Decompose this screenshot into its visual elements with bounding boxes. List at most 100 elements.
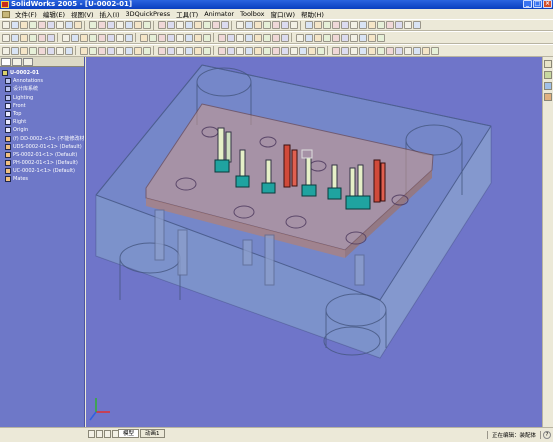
menu-file[interactable]: 文件(F) bbox=[12, 9, 40, 19]
toolbar-button-icon[interactable] bbox=[167, 21, 175, 29]
close-button[interactable]: × bbox=[543, 0, 552, 8]
toolbar-button-icon[interactable] bbox=[158, 46, 166, 55]
toolbar-button-icon[interactable] bbox=[125, 46, 133, 55]
toolbar-button-icon[interactable] bbox=[245, 33, 253, 42]
minimize-button[interactable]: _ bbox=[523, 0, 532, 8]
toolbar-button-icon[interactable] bbox=[203, 33, 211, 42]
toolbar-button-icon[interactable] bbox=[11, 21, 19, 29]
graphics-area[interactable] bbox=[86, 57, 542, 427]
tree-item[interactable]: Right bbox=[0, 118, 84, 126]
toolbar-button-icon[interactable] bbox=[245, 46, 253, 55]
design-library-icon[interactable] bbox=[544, 71, 552, 79]
toolbar-button-icon[interactable] bbox=[272, 33, 280, 42]
toolbar-button-icon[interactable] bbox=[227, 46, 235, 55]
tree-item[interactable]: UC-0002-1<1> (Default) bbox=[0, 167, 84, 175]
toolbar-button-icon[interactable] bbox=[89, 46, 97, 55]
toolbar-button-icon[interactable] bbox=[368, 33, 376, 42]
toolbar-button-icon[interactable] bbox=[98, 46, 106, 55]
toolbar-button-icon[interactable] bbox=[395, 21, 403, 29]
tab-model[interactable]: 模型 bbox=[118, 429, 140, 438]
toolbar-button-icon[interactable] bbox=[2, 46, 10, 55]
toolbar-button-icon[interactable] bbox=[65, 21, 73, 29]
toolbar-button-icon[interactable] bbox=[56, 21, 64, 29]
toolbar-button-icon[interactable] bbox=[11, 33, 19, 42]
toolbar-button-icon[interactable] bbox=[20, 21, 28, 29]
toolbar-button-icon[interactable] bbox=[281, 21, 289, 29]
toolbar-button-icon[interactable] bbox=[305, 33, 313, 42]
menu-view[interactable]: 视图(V) bbox=[68, 9, 97, 19]
toolbar-button-icon[interactable] bbox=[290, 46, 298, 55]
toolbar-button-icon[interactable] bbox=[431, 46, 439, 55]
toolbar-button-icon[interactable] bbox=[89, 21, 97, 29]
toolbar-button-icon[interactable] bbox=[377, 46, 385, 55]
toolbar-button-icon[interactable] bbox=[404, 46, 412, 55]
toolbar-button-icon[interactable] bbox=[359, 21, 367, 29]
toolbar-button-icon[interactable] bbox=[272, 21, 280, 29]
help-icon[interactable]: ? bbox=[543, 431, 551, 439]
menu-animator[interactable]: Animator bbox=[201, 10, 237, 18]
toolbar-button-icon[interactable] bbox=[2, 33, 10, 42]
toolbar-button-icon[interactable] bbox=[143, 46, 151, 55]
toolbar-button-icon[interactable] bbox=[89, 33, 97, 42]
tree-item[interactable]: 设计库系统 bbox=[0, 85, 84, 93]
toolbar-button-icon[interactable] bbox=[332, 33, 340, 42]
toolbar-button-icon[interactable] bbox=[281, 46, 289, 55]
configuration-tab[interactable] bbox=[23, 58, 33, 66]
toolbar-button-icon[interactable] bbox=[218, 46, 226, 55]
toolbar-button-icon[interactable] bbox=[203, 46, 211, 55]
toolbar-button-icon[interactable] bbox=[140, 33, 148, 42]
next-tab-button[interactable] bbox=[104, 430, 111, 438]
toolbar-button-icon[interactable] bbox=[125, 33, 133, 42]
toolbar-button-icon[interactable] bbox=[167, 46, 175, 55]
toolbar-button-icon[interactable] bbox=[11, 46, 19, 55]
toolbar-button-icon[interactable] bbox=[308, 46, 316, 55]
toolbar-button-icon[interactable] bbox=[350, 21, 358, 29]
menu-3dquickpress[interactable]: 3DQuickPress bbox=[123, 10, 174, 18]
toolbar-button-icon[interactable] bbox=[20, 33, 28, 42]
document-icon[interactable] bbox=[2, 10, 10, 18]
toolbar-button-icon[interactable] bbox=[38, 21, 46, 29]
menu-tools[interactable]: 工具(T) bbox=[173, 9, 201, 19]
tree-item[interactable]: UDS-0002-01<1> (Default) bbox=[0, 143, 84, 151]
resources-icon[interactable] bbox=[544, 60, 552, 68]
toolbar-button-icon[interactable] bbox=[194, 46, 202, 55]
toolbar-button-icon[interactable] bbox=[305, 21, 313, 29]
toolbar-button-icon[interactable] bbox=[194, 21, 202, 29]
toolbar-button-icon[interactable] bbox=[290, 21, 298, 29]
toolbar-button-icon[interactable] bbox=[263, 33, 271, 42]
file-explorer-icon[interactable] bbox=[544, 82, 552, 90]
toolbar-button-icon[interactable] bbox=[263, 21, 271, 29]
first-tab-button[interactable] bbox=[88, 430, 95, 438]
toolbar-button-icon[interactable] bbox=[107, 46, 115, 55]
palette-icon[interactable] bbox=[544, 93, 552, 101]
toolbar-button-icon[interactable] bbox=[167, 33, 175, 42]
toolbar-button-icon[interactable] bbox=[47, 21, 55, 29]
toolbar-button-icon[interactable] bbox=[176, 33, 184, 42]
toolbar-button-icon[interactable] bbox=[245, 21, 253, 29]
toolbar-button-icon[interactable] bbox=[149, 33, 157, 42]
toolbar-button-icon[interactable] bbox=[158, 33, 166, 42]
toolbar-button-icon[interactable] bbox=[377, 33, 385, 42]
toolbar-button-icon[interactable] bbox=[341, 33, 349, 42]
toolbar-button-icon[interactable] bbox=[116, 33, 124, 42]
toolbar-button-icon[interactable] bbox=[56, 46, 64, 55]
prev-tab-button[interactable] bbox=[96, 430, 103, 438]
toolbar-button-icon[interactable] bbox=[263, 46, 271, 55]
toolbar-button-icon[interactable] bbox=[281, 33, 289, 42]
toolbar-button-icon[interactable] bbox=[80, 33, 88, 42]
toolbar-button-icon[interactable] bbox=[212, 21, 220, 29]
toolbar-button-icon[interactable] bbox=[98, 33, 106, 42]
toolbar-button-icon[interactable] bbox=[299, 46, 307, 55]
toolbar-button-icon[interactable] bbox=[221, 21, 229, 29]
toolbar-button-icon[interactable] bbox=[341, 21, 349, 29]
toolbar-button-icon[interactable] bbox=[47, 33, 55, 42]
toolbar-button-icon[interactable] bbox=[368, 46, 376, 55]
toolbar-button-icon[interactable] bbox=[236, 33, 244, 42]
menu-toolbox[interactable]: Toolbox bbox=[237, 10, 267, 18]
toolbar-button-icon[interactable] bbox=[107, 21, 115, 29]
toolbar-button-icon[interactable] bbox=[158, 21, 166, 29]
tree-item[interactable]: Origin bbox=[0, 126, 84, 134]
toolbar-button-icon[interactable] bbox=[350, 33, 358, 42]
tree-item[interactable]: (f) DD-0002-<1> (不能修改材料) bbox=[0, 135, 84, 143]
toolbar-button-icon[interactable] bbox=[254, 33, 262, 42]
